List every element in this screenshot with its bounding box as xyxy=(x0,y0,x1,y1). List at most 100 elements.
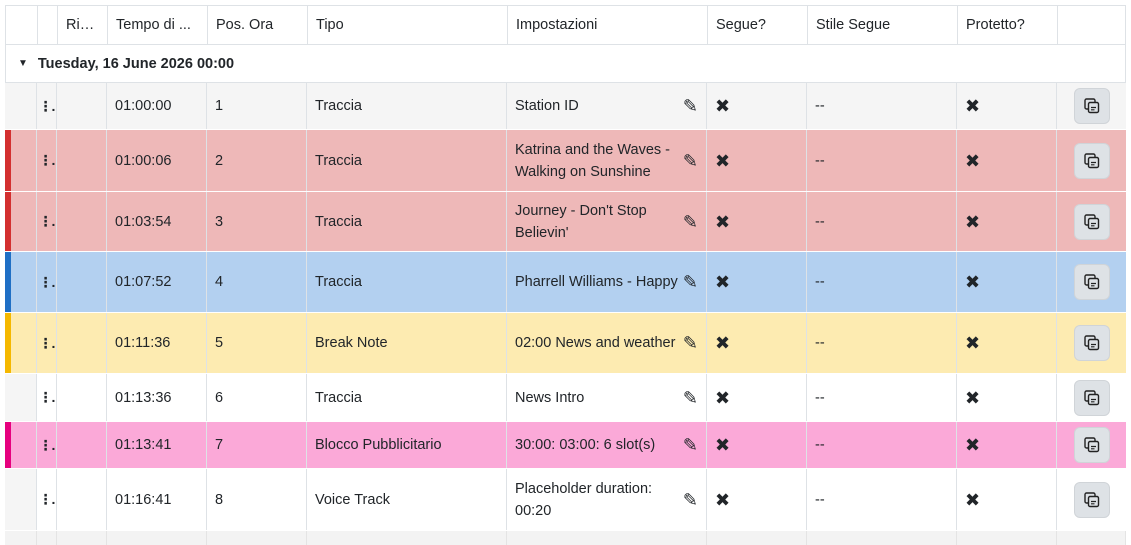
drag-handle[interactable]: ⋮. xyxy=(37,313,57,373)
table-row[interactable]: ⋮. 01:00:06 2 Traccia Katrina and the Waves … xyxy=(5,130,1126,192)
time-cell: 01:00:00 xyxy=(107,83,207,129)
row-color-accent xyxy=(5,422,11,468)
pencil-icon[interactable]: ✎ xyxy=(683,491,698,509)
x-icon: ✖ xyxy=(715,150,731,171)
copy-button[interactable] xyxy=(1073,481,1110,518)
drag-handle-icon[interactable]: ⋮. xyxy=(39,335,56,352)
partial-cell xyxy=(57,531,107,545)
settings-text: Pharrell Williams - Happy xyxy=(515,274,678,290)
x-icon: ✖ xyxy=(715,387,731,408)
x-icon: ✖ xyxy=(715,96,731,116)
partial-cell xyxy=(37,531,57,545)
copy-icon xyxy=(1082,212,1102,232)
protected-cell: ✖ xyxy=(957,313,1057,373)
table-row[interactable]: ⋮. 01:13:41 7 Blocco Pubblicitario 30:00: 03… xyxy=(5,422,1126,469)
copy-button[interactable] xyxy=(1073,264,1110,300)
drag-handle-icon[interactable]: ⋮. xyxy=(39,491,56,508)
table-row[interactable]: ⋮. 01:00:00 1 Traccia Station ID ✎ ✖ -- ✖ xyxy=(5,83,1126,130)
copy-button[interactable] xyxy=(1073,325,1110,361)
rip-cell xyxy=(57,192,107,251)
drag-handle-icon[interactable]: ⋮. xyxy=(39,152,56,169)
pencil-icon[interactable]: ✎ xyxy=(683,97,698,115)
partial-cell xyxy=(1057,531,1126,545)
table-row[interactable]: ⋮. 01:13:36 6 Traccia News Intro ✎ ✖ -- ✖ xyxy=(5,374,1126,422)
table-row[interactable]: ⋮. 01:11:36 5 Break Note 02:00 News and weat… xyxy=(5,313,1126,374)
partial-cell xyxy=(107,531,207,545)
type-cell: Traccia xyxy=(307,130,507,191)
header-time[interactable]: Tempo di ... xyxy=(108,6,208,44)
drag-handle-icon[interactable]: ⋮. xyxy=(39,437,56,454)
drag-handle[interactable]: ⋮. xyxy=(37,422,57,468)
drag-handle[interactable]: ⋮. xyxy=(37,192,57,251)
settings-cell: News Intro ✎ xyxy=(507,374,707,421)
header-segue[interactable]: Segue? xyxy=(708,6,808,44)
header-pos[interactable]: Pos. Ora xyxy=(208,6,308,44)
settings-cell: 30:00: 03:00: 6 slot(s) ✎ xyxy=(507,422,707,468)
settings-cell: Station ID ✎ xyxy=(507,83,707,129)
time-cell: 01:11:36 xyxy=(107,313,207,373)
actions-cell xyxy=(1057,469,1126,530)
drag-handle[interactable]: ⋮. xyxy=(37,469,57,530)
segue-style-cell: -- xyxy=(807,192,957,251)
segue-cell: ✖ xyxy=(707,422,807,468)
header-rip[interactable]: Rip... xyxy=(58,6,108,44)
settings-text: Placeholder duration: 00:20 xyxy=(515,480,653,519)
pencil-icon[interactable]: ✎ xyxy=(683,389,698,407)
actions-cell xyxy=(1057,422,1126,468)
row-spacer xyxy=(5,374,37,421)
table-row[interactable]: ⋮. 01:07:52 4 Traccia Pharrell Williams - Ha… xyxy=(5,252,1126,313)
partial-cell xyxy=(207,531,307,545)
x-icon: ✖ xyxy=(715,272,731,292)
rip-cell xyxy=(57,252,107,312)
settings-cell: Journey - Don't Stop Believin' ✎ xyxy=(507,192,707,251)
row-spacer xyxy=(5,83,37,129)
header-segue-style[interactable]: Stile Segue xyxy=(808,6,958,44)
x-icon: ✖ xyxy=(965,333,981,353)
pencil-icon[interactable]: ✎ xyxy=(683,273,698,291)
actions-cell xyxy=(1057,83,1126,129)
pencil-icon[interactable]: ✎ xyxy=(683,334,698,352)
drag-handle-icon[interactable]: ⋮. xyxy=(39,213,56,230)
copy-button[interactable] xyxy=(1073,379,1110,416)
partial-cell xyxy=(707,531,807,545)
x-icon: ✖ xyxy=(715,489,731,510)
time-cell: 01:03:54 xyxy=(107,192,207,251)
partial-cell xyxy=(957,531,1057,545)
pos-cell: 6 xyxy=(207,374,307,421)
copy-icon xyxy=(1082,96,1102,116)
header-protected[interactable]: Protetto? xyxy=(958,6,1058,44)
caret-down-icon[interactable]: ▼ xyxy=(18,58,28,69)
group-row[interactable]: ▼ Tuesday, 16 June 2026 00:00 xyxy=(5,45,1126,83)
drag-handle-icon[interactable]: ⋮. xyxy=(39,98,56,115)
drag-handle[interactable]: ⋮. xyxy=(37,83,57,129)
pencil-icon[interactable]: ✎ xyxy=(683,213,698,231)
pencil-icon[interactable]: ✎ xyxy=(683,152,698,170)
table-row[interactable]: ⋮. 01:16:41 8 Voice Track Placeholder durati… xyxy=(5,469,1126,531)
segue-style-cell: -- xyxy=(807,469,957,530)
copy-icon xyxy=(1082,388,1102,408)
copy-button[interactable] xyxy=(1073,203,1110,240)
rip-cell xyxy=(57,469,107,530)
copy-button[interactable] xyxy=(1073,142,1110,179)
x-icon: ✖ xyxy=(965,211,981,232)
pos-cell: 1 xyxy=(207,83,307,129)
copy-button[interactable] xyxy=(1073,427,1110,463)
protected-cell: ✖ xyxy=(957,374,1057,421)
actions-cell xyxy=(1057,374,1126,421)
group-label: Tuesday, 16 June 2026 00:00 xyxy=(37,55,235,72)
rip-cell xyxy=(57,83,107,129)
drag-handle-icon[interactable]: ⋮. xyxy=(39,274,56,291)
pencil-icon[interactable]: ✎ xyxy=(683,436,698,454)
table-row[interactable]: ⋮. 01:03:54 3 Traccia Journey - Don't Stop B… xyxy=(5,192,1126,252)
header-settings[interactable]: Impostazioni xyxy=(508,6,708,44)
header-type[interactable]: Tipo xyxy=(308,6,508,44)
type-cell: Traccia xyxy=(307,83,507,129)
segue-cell: ✖ xyxy=(707,252,807,312)
drag-handle-icon[interactable]: ⋮. xyxy=(39,389,56,406)
segue-style-cell: -- xyxy=(807,83,957,129)
drag-handle[interactable]: ⋮. xyxy=(37,130,57,191)
copy-button[interactable] xyxy=(1073,88,1110,124)
drag-handle[interactable]: ⋮. xyxy=(37,374,57,421)
drag-handle[interactable]: ⋮. xyxy=(37,252,57,312)
pos-cell: 7 xyxy=(207,422,307,468)
